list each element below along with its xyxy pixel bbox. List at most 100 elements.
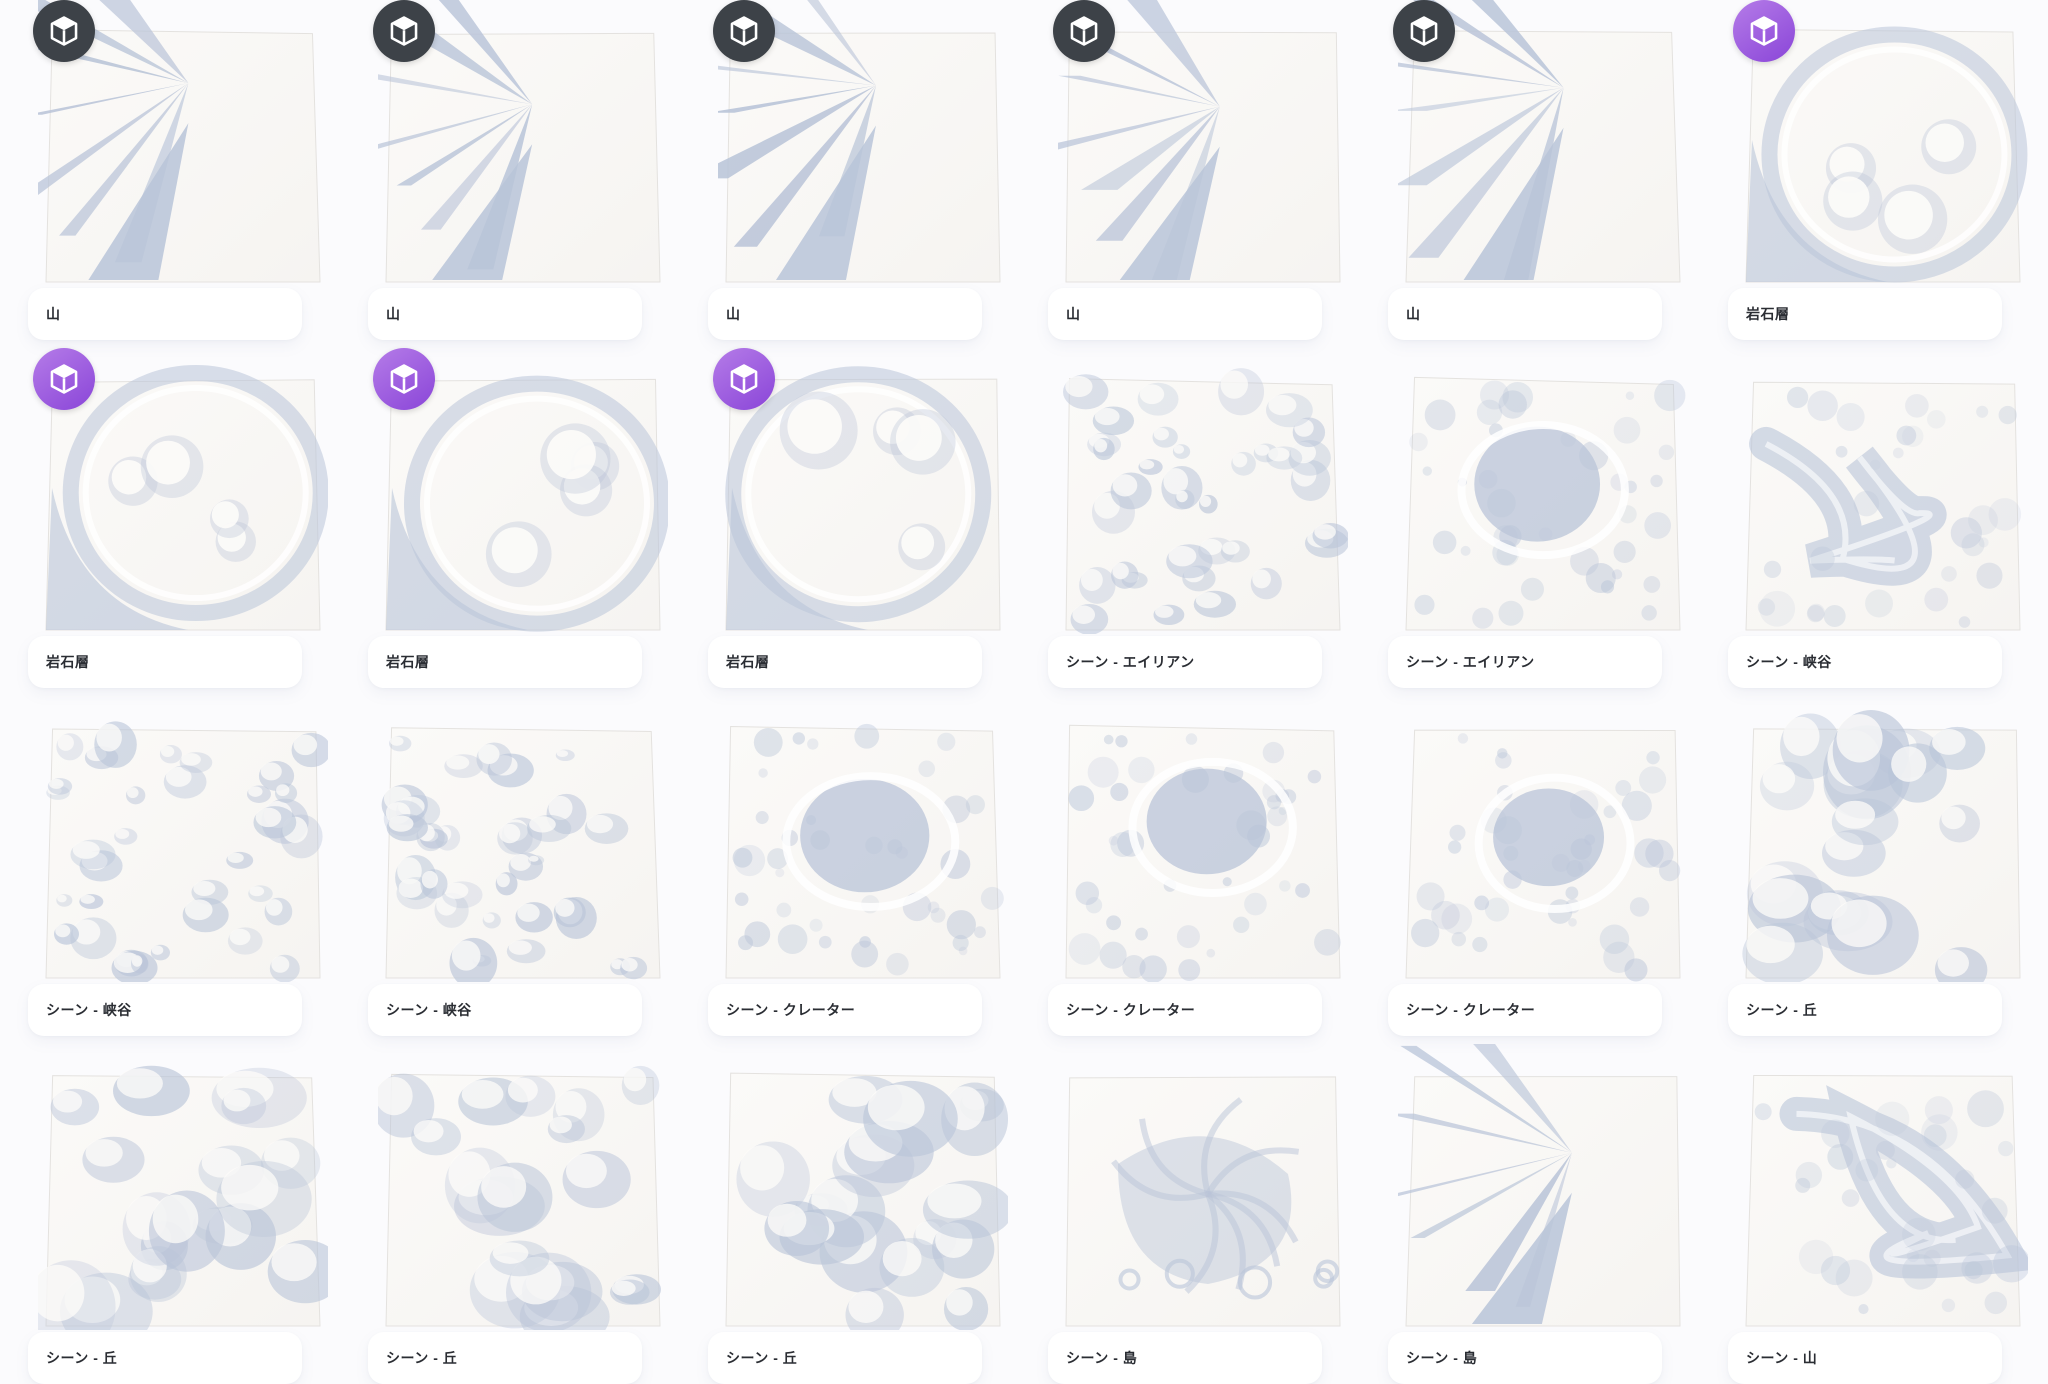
terrain-preview — [1398, 696, 1688, 982]
terrain-label: シーン - 島 — [1388, 1332, 1662, 1384]
cube-badge-icon — [33, 0, 95, 62]
terrain-card[interactable]: 岩石層 — [368, 348, 668, 688]
terrain-card[interactable]: シーン - エイリアン — [1048, 348, 1348, 688]
terrain-card[interactable]: 山 — [28, 0, 328, 340]
terrain-card[interactable]: 岩石層 — [1728, 0, 2028, 340]
terrain-card[interactable]: シーン - 丘 — [28, 1044, 328, 1384]
terrain-label-text: 山 — [46, 306, 61, 322]
terrain-card[interactable]: シーン - 山 — [1728, 1044, 2028, 1384]
terrain-gallery: 山 山 山 山 山 岩石層 岩石層 岩石層 岩石層 シーン - エイリアン シー… — [0, 0, 2048, 1384]
terrain-label-text: 岩石層 — [726, 654, 770, 670]
terrain-label: 山 — [28, 288, 302, 340]
cube-badge-icon — [1393, 0, 1455, 62]
terrain-label: シーン - エイリアン — [1388, 636, 1662, 688]
terrain-card[interactable]: 山 — [708, 0, 1008, 340]
terrain-preview — [1738, 1044, 2028, 1330]
terrain-card[interactable]: シーン - クレーター — [708, 696, 1008, 1036]
terrain-label-text: シーン - 山 — [1746, 1350, 1818, 1366]
terrain-preview — [1738, 348, 2028, 634]
terrain-label: 山 — [708, 288, 982, 340]
terrain-card[interactable]: シーン - 峡谷 — [368, 696, 668, 1036]
terrain-card[interactable]: シーン - 島 — [1048, 1044, 1348, 1384]
terrain-card[interactable]: シーン - 峡谷 — [1728, 348, 2028, 688]
terrain-label-text: シーン - 峡谷 — [46, 1002, 132, 1018]
terrain-card[interactable]: 岩石層 — [28, 348, 328, 688]
terrain-label-text: シーン - クレーター — [1066, 1002, 1196, 1018]
terrain-card[interactable]: 山 — [368, 0, 668, 340]
cube-icon — [390, 16, 418, 46]
cube-badge-icon — [373, 348, 435, 410]
terrain-label: シーン - クレーター — [708, 984, 982, 1036]
terrain-label: シーン - 丘 — [1728, 984, 2002, 1036]
terrain-label: シーン - 丘 — [368, 1332, 642, 1384]
terrain-label-text: シーン - エイリアン — [1066, 654, 1195, 670]
terrain-card[interactable]: シーン - 丘 — [1728, 696, 2028, 1036]
terrain-card[interactable]: シーン - エイリアン — [1388, 348, 1688, 688]
cube-badge-icon — [713, 348, 775, 410]
terrain-label: 岩石層 — [1728, 288, 2002, 340]
cube-icon — [1750, 16, 1778, 46]
terrain-card[interactable]: 岩石層 — [708, 348, 1008, 688]
terrain-preview — [1398, 348, 1688, 634]
terrain-label-text: 岩石層 — [46, 654, 90, 670]
terrain-label-text: シーン - エイリアン — [1406, 654, 1535, 670]
terrain-preview — [718, 696, 1008, 982]
terrain-card[interactable]: シーン - 丘 — [368, 1044, 668, 1384]
terrain-card[interactable]: シーン - クレーター — [1388, 696, 1688, 1036]
terrain-label: シーン - 島 — [1048, 1332, 1322, 1384]
terrain-label-text: シーン - クレーター — [1406, 1002, 1536, 1018]
terrain-label: シーン - 峡谷 — [1728, 636, 2002, 688]
terrain-label: シーン - 丘 — [28, 1332, 302, 1384]
terrain-card[interactable]: 山 — [1048, 0, 1348, 340]
cube-icon — [730, 364, 758, 394]
terrain-card[interactable]: シーン - クレーター — [1048, 696, 1348, 1036]
cube-badge-icon — [713, 0, 775, 62]
cube-icon — [1070, 16, 1098, 46]
cube-badge-icon — [373, 0, 435, 62]
cube-icon — [50, 364, 78, 394]
terrain-preview — [38, 696, 328, 982]
terrain-preview — [1058, 348, 1348, 634]
terrain-label-text: シーン - 島 — [1406, 1350, 1478, 1366]
terrain-card[interactable]: シーン - 島 — [1388, 1044, 1688, 1384]
terrain-preview — [1058, 1044, 1348, 1330]
cube-icon — [50, 16, 78, 46]
terrain-preview — [1738, 696, 2028, 982]
terrain-label-text: 岩石層 — [1746, 306, 1790, 322]
terrain-label: 岩石層 — [28, 636, 302, 688]
terrain-preview — [38, 1044, 328, 1330]
terrain-preview — [378, 696, 668, 982]
terrain-label-text: シーン - 丘 — [1746, 1002, 1818, 1018]
terrain-label-text: 山 — [386, 306, 401, 322]
terrain-card[interactable]: シーン - 峡谷 — [28, 696, 328, 1036]
terrain-card[interactable]: 山 — [1388, 0, 1688, 340]
terrain-label-text: 山 — [1406, 306, 1421, 322]
terrain-label: シーン - エイリアン — [1048, 636, 1322, 688]
terrain-label-text: 山 — [726, 306, 741, 322]
cube-badge-icon — [33, 348, 95, 410]
terrain-label: 山 — [368, 288, 642, 340]
terrain-preview — [1398, 1044, 1688, 1330]
terrain-label: シーン - 峡谷 — [368, 984, 642, 1036]
terrain-label: シーン - クレーター — [1388, 984, 1662, 1036]
terrain-label: 岩石層 — [368, 636, 642, 688]
cube-badge-icon — [1053, 0, 1115, 62]
terrain-label: シーン - 山 — [1728, 1332, 2002, 1384]
terrain-label-text: 山 — [1066, 306, 1081, 322]
terrain-label-text: シーン - 丘 — [726, 1350, 798, 1366]
terrain-label: 山 — [1388, 288, 1662, 340]
terrain-label: シーン - クレーター — [1048, 984, 1322, 1036]
terrain-preview — [1058, 696, 1348, 982]
terrain-label-text: シーン - クレーター — [726, 1002, 856, 1018]
terrain-card[interactable]: シーン - 丘 — [708, 1044, 1008, 1384]
terrain-label-text: シーン - 丘 — [46, 1350, 118, 1366]
cube-badge-icon — [1733, 0, 1795, 62]
terrain-label-text: シーン - 島 — [1066, 1350, 1138, 1366]
terrain-label-text: 岩石層 — [386, 654, 430, 670]
terrain-preview — [718, 1044, 1008, 1330]
terrain-label: 山 — [1048, 288, 1322, 340]
cube-icon — [1410, 16, 1438, 46]
terrain-label-text: シーン - 丘 — [386, 1350, 458, 1366]
terrain-preview — [378, 1044, 668, 1330]
terrain-label: シーン - 丘 — [708, 1332, 982, 1384]
